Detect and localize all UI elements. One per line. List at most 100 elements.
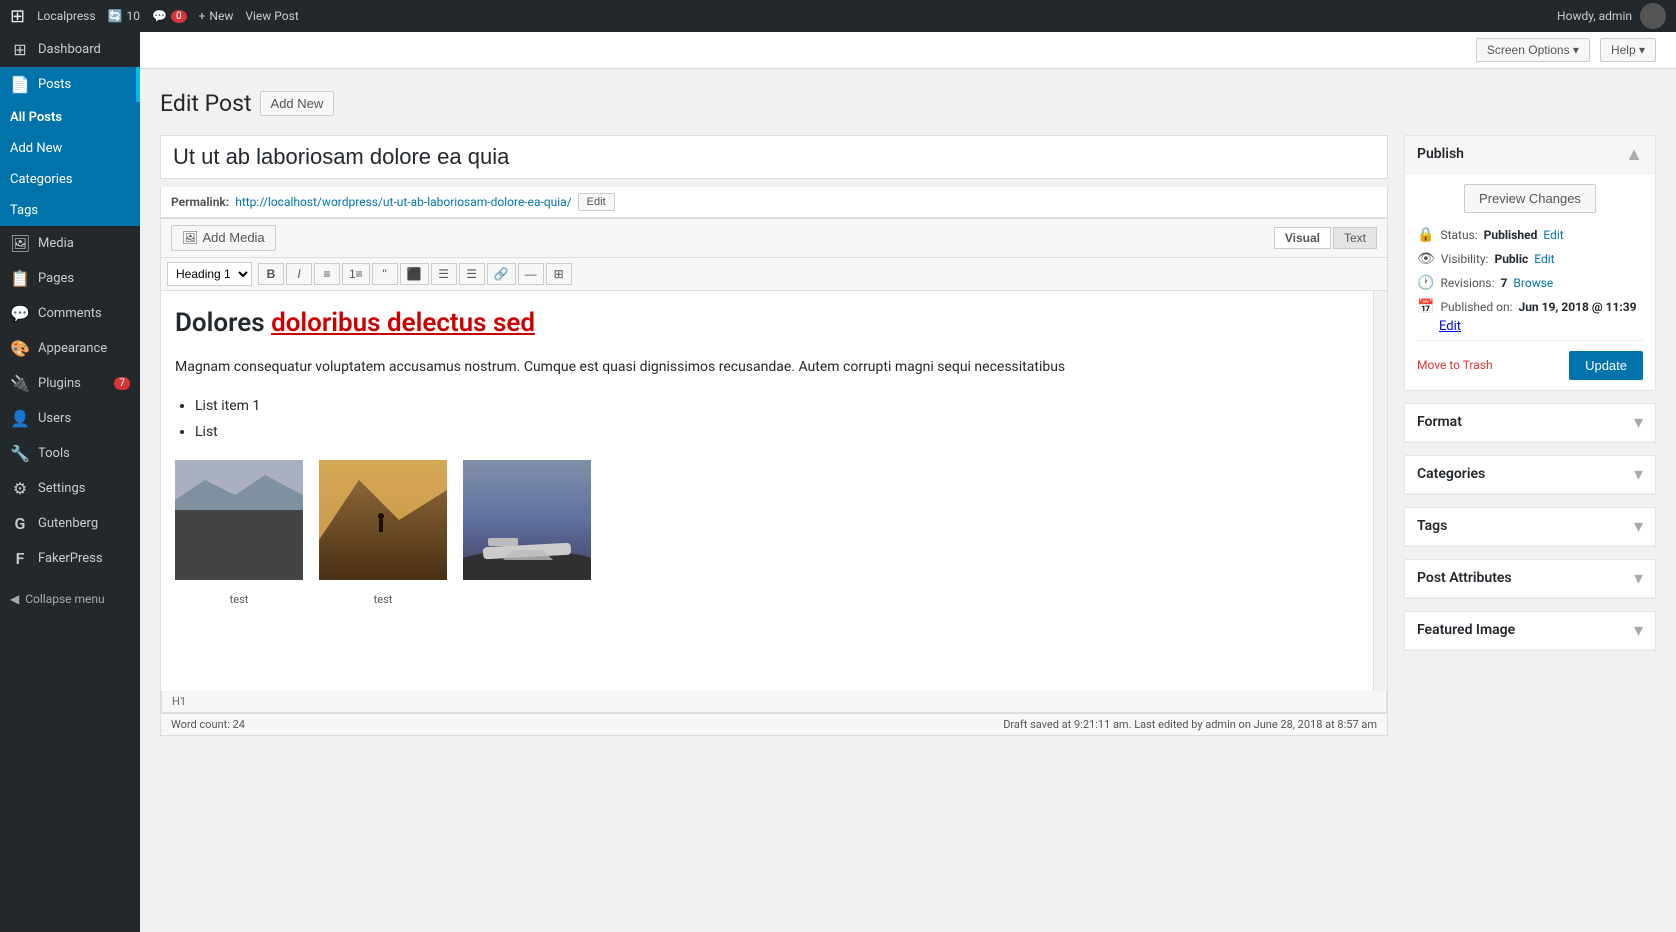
categories-box-header[interactable]: Categories ▾ [1405, 456, 1655, 494]
editor-heading: Dolores doloribus delectus sed [175, 303, 1373, 345]
permalink-edit-button[interactable]: Edit [578, 193, 615, 211]
ordered-list-button[interactable]: 1≡ [342, 263, 370, 285]
adminbar-new[interactable]: + New [199, 9, 234, 23]
visual-tab[interactable]: Visual [1274, 227, 1331, 249]
adminbar-site-name[interactable]: Localpress [37, 9, 95, 23]
update-button[interactable]: Update [1569, 351, 1643, 380]
wrap: Edit Post Add New [160, 89, 1656, 736]
sidebar-item-settings[interactable]: ⚙Settings [0, 471, 140, 506]
sidebar-item-add-new[interactable]: Add New [0, 133, 140, 164]
featured-image-toggle-icon[interactable]: ▾ [1634, 620, 1643, 641]
revisions-row: 🕐 Revisions: 7 Browse [1417, 271, 1643, 295]
sidebar-item-media[interactable]: 🖼Media [0, 226, 140, 261]
screen-options-bar: Screen Options Help [140, 32, 1676, 69]
sidebar-item-tags[interactable]: Tags [0, 195, 140, 226]
sidebar-item-appearance[interactable]: 🎨Appearance [0, 331, 140, 366]
sidebar-item-tools[interactable]: 🔧Tools [0, 436, 140, 471]
editor-body-text: Magnam consequatur voluptatem accusamus … [175, 356, 1373, 378]
categories-toggle-icon[interactable]: ▾ [1634, 464, 1643, 485]
heading-select[interactable]: Heading 1 [167, 262, 252, 286]
publish-box-header[interactable]: Publish ▲ [1405, 136, 1655, 174]
editor-image-2 [319, 460, 447, 580]
publish-toggle-icon[interactable]: ▲ [1625, 144, 1643, 165]
format-box-title: Format [1417, 414, 1462, 430]
format-box: Format ▾ [1404, 403, 1656, 443]
italic-button[interactable]: I [286, 263, 312, 285]
adminbar-view-post[interactable]: View Post [245, 9, 298, 23]
revisions-browse-link[interactable]: Browse [1513, 276, 1553, 290]
sidebar-item-comments[interactable]: 💬Comments [0, 296, 140, 331]
preview-changes-button[interactable]: Preview Changes [1464, 184, 1596, 213]
sidebar-item-plugins[interactable]: 🔌Plugins7 [0, 366, 140, 401]
tags-toggle-icon[interactable]: ▾ [1634, 516, 1643, 537]
help-button[interactable]: Help [1600, 38, 1656, 62]
screen-options-button[interactable]: Screen Options [1476, 38, 1590, 62]
add-media-icon: 🖼 [182, 230, 199, 246]
page-body: Edit Post Add New [160, 69, 1656, 736]
post-attributes-toggle-icon[interactable]: ▾ [1634, 568, 1643, 589]
title-div [160, 135, 1388, 179]
sidebar-item-fakerpress[interactable]: FFakerPress [0, 541, 140, 576]
add-media-button[interactable]: 🖼 Add Media [171, 225, 276, 251]
post-title-input[interactable] [160, 135, 1388, 179]
featured-image-box: Featured Image ▾ [1404, 611, 1656, 651]
align-left-button[interactable]: ⬛ [400, 263, 429, 285]
sidebar-item-users[interactable]: 👤Users [0, 401, 140, 436]
visibility-icon: 👁 [1417, 251, 1435, 267]
editor-image-2-wrap: test [319, 460, 447, 609]
post-attributes-box-header[interactable]: Post Attributes ▾ [1405, 560, 1655, 598]
sidebar-item-categories[interactable]: Categories [0, 164, 140, 195]
move-to-trash-link[interactable]: Move to Trash [1417, 358, 1493, 372]
word-count-label: Word count: 24 [171, 718, 245, 731]
main-content: Screen Options Help Edit Post Add New [140, 32, 1676, 932]
post-attributes-box-title: Post Attributes [1417, 570, 1512, 586]
visibility-edit-link[interactable]: Edit [1534, 252, 1554, 266]
publish-box-title: Publish [1417, 146, 1464, 162]
status-edit-link[interactable]: Edit [1543, 228, 1563, 242]
permalink-label: Permalink: [171, 195, 229, 209]
wp-logo-icon[interactable]: ⊞ [10, 6, 25, 27]
add-new-button[interactable]: Add New [260, 91, 335, 116]
tags-box-header[interactable]: Tags ▾ [1405, 508, 1655, 546]
featured-image-box-header[interactable]: Featured Image ▾ [1405, 612, 1655, 650]
editor-scrollbar[interactable] [1373, 291, 1387, 691]
align-center-button[interactable]: ☰ [431, 263, 457, 285]
editor-image-3 [463, 460, 591, 580]
permalink-bar: Permalink: http://localhost/wordpress/ut… [160, 187, 1388, 218]
admin-sidebar: ⊞Dashboard 📄Posts All Posts Add New Cate… [0, 32, 140, 932]
align-right-button[interactable]: ☰ [459, 263, 485, 285]
format-toggle-icon[interactable]: ▾ [1634, 412, 1643, 433]
editor-image-1 [175, 460, 303, 580]
heading-status: H1 [172, 695, 186, 708]
format-box-header[interactable]: Format ▾ [1405, 404, 1655, 442]
published-label: Published on: [1440, 300, 1512, 314]
status-row: 🔒 Status: Published Edit [1417, 223, 1643, 247]
text-tab[interactable]: Text [1333, 227, 1377, 249]
post-attributes-box: Post Attributes ▾ [1404, 559, 1656, 599]
page-title: Edit Post [160, 89, 252, 119]
permalink-link[interactable]: http://localhost/wordpress/ut-ut-ab-labo… [235, 195, 571, 209]
table-button[interactable]: ⊞ [546, 263, 572, 285]
post-body-content: Permalink: http://localhost/wordpress/ut… [160, 135, 1388, 736]
sidebar-item-pages[interactable]: 📋Pages [0, 261, 140, 296]
list-item-2: List [195, 421, 1373, 443]
adminbar-howdy: Howdy, admin [1557, 9, 1632, 23]
published-edit-link[interactable]: Edit [1439, 319, 1461, 334]
link-button[interactable]: 🔗 [487, 263, 516, 285]
more-button[interactable]: — [518, 263, 544, 285]
revisions-label: Revisions: [1440, 276, 1494, 290]
sidebar-item-posts[interactable]: 📄Posts All Posts Add New Categories Tags [0, 67, 140, 226]
editor-content[interactable]: Dolores doloribus delectus sed Magnam co… [161, 291, 1387, 691]
admin-bar: ⊞ Localpress 🔄 10 💬 0 + New View Post Ho… [0, 0, 1676, 32]
sidebar-item-gutenberg[interactable]: GGutenberg [0, 506, 140, 541]
status-label: Status: [1440, 228, 1477, 242]
sidebar-item-all-posts[interactable]: All Posts [0, 102, 140, 133]
adminbar-comments[interactable]: 💬 0 [152, 9, 187, 23]
publish-box-body: Preview Changes 🔒 Status: Published Edit… [1405, 174, 1655, 390]
unordered-list-button[interactable]: ≡ [314, 263, 340, 285]
blockquote-button[interactable]: " [372, 263, 398, 285]
bold-button[interactable]: B [258, 263, 284, 285]
collapse-menu-button[interactable]: ◀ Collapse menu [0, 584, 140, 614]
adminbar-updates[interactable]: 🔄 10 [108, 9, 140, 23]
sidebar-item-dashboard[interactable]: ⊞Dashboard [0, 32, 140, 67]
